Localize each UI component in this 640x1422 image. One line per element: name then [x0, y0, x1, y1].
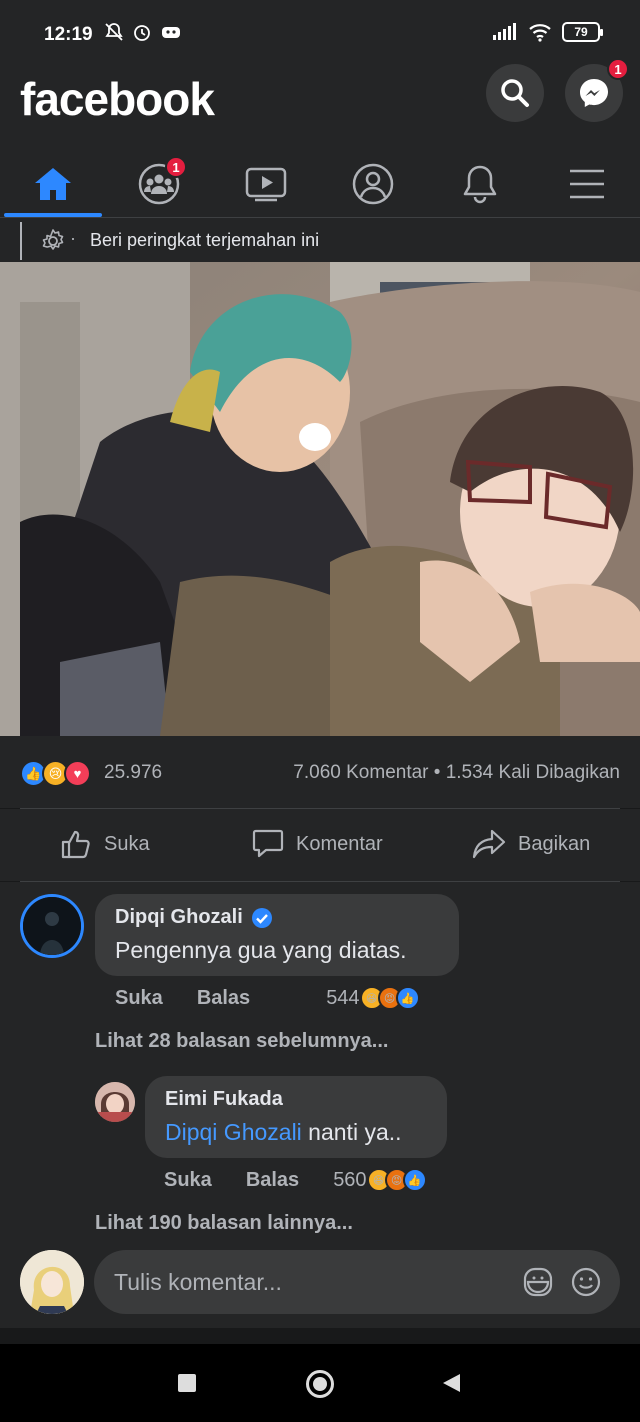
comments-section: Dipqi Ghozali Pengennya gua yang diatas.…	[0, 882, 640, 1242]
active-tab-indicator	[4, 213, 102, 217]
signal-icon	[493, 23, 516, 40]
post-photo[interactable]	[0, 262, 640, 736]
game-icon	[162, 27, 180, 38]
gear-icon	[42, 229, 64, 250]
reply-text: Dipqi Ghozali nanti ya..	[165, 1119, 427, 1146]
video-icon	[245, 167, 287, 202]
quote-edge	[20, 222, 22, 260]
facebook-logo[interactable]: facebook	[20, 72, 215, 126]
comment-button[interactable]: Komentar	[252, 829, 383, 859]
nav-bar: 1	[0, 152, 640, 218]
home-button-dot	[313, 1377, 327, 1391]
reply-message: nanti ya..	[301, 1119, 402, 1145]
current-user-avatar-image	[20, 1250, 84, 1314]
reply-meta: Suka Balas 560 😆 😡 👍	[164, 1168, 427, 1192]
post-stats: 👍 😢 ♥ 25.976 7.060 Komentar • 1.534 Kali…	[0, 736, 640, 808]
translation-rating-bar[interactable]: · Beri peringkat terjemahan ini	[0, 218, 640, 262]
comment-input-placeholder: Tulis komentar...	[114, 1269, 282, 1295]
comment-author-name: Dipqi Ghozali	[115, 906, 243, 928]
translation-rating-label: Beri peringkat terjemahan ini	[90, 230, 320, 250]
current-user-avatar[interactable]	[20, 1250, 84, 1314]
reply-reply-button[interactable]: Balas	[246, 1169, 299, 1192]
bell-icon	[463, 165, 497, 204]
comment-input[interactable]: Tulis komentar...	[94, 1250, 620, 1314]
comment-reply-button[interactable]: Balas	[197, 987, 250, 1010]
groups-badge: 1	[165, 156, 187, 178]
mute-bell-icon	[105, 23, 123, 41]
verified-badge-icon	[251, 907, 272, 928]
comment-meta: Suka Balas 544 😆 😡 👍	[115, 986, 420, 1010]
home-icon	[35, 168, 71, 200]
tab-watch[interactable]	[216, 152, 316, 216]
messenger-icon	[580, 79, 608, 107]
comment-text: Pengennya gua yang diatas.	[115, 937, 407, 963]
share-button[interactable]: Bagikan	[472, 829, 590, 859]
profile-icon	[352, 163, 394, 205]
status-notifications	[104, 22, 182, 42]
thumbs-up-icon	[61, 830, 90, 859]
post-actions: Suka Komentar Bagikan	[0, 809, 640, 881]
sticker-icon[interactable]	[522, 1266, 554, 1298]
comment-reaction-count[interactable]: 544	[326, 987, 359, 1010]
hamburger-menu-icon	[570, 169, 604, 199]
app-header: facebook 1	[0, 58, 640, 152]
recent-apps-button[interactable]	[178, 1374, 196, 1392]
post-photo-image	[0, 262, 640, 736]
tab-notifications[interactable]	[430, 152, 530, 216]
comments-shares-count[interactable]: 7.060 Komentar • 1.534 Kali Dibagikan	[293, 762, 620, 784]
tab-profile[interactable]	[323, 152, 423, 216]
alarm-icon	[134, 25, 150, 41]
previous-replies-link[interactable]: Lihat 28 balasan sebelumnya...	[95, 1030, 388, 1053]
avatar-image	[23, 897, 81, 955]
reply-bubble[interactable]: Eimi Fukada Dipqi Ghozali nanti ya..	[145, 1076, 447, 1158]
tab-groups[interactable]: 1	[109, 152, 209, 216]
status-system: 79	[492, 22, 603, 42]
messenger-badge: 1	[607, 58, 629, 80]
like-reaction-icon: 👍	[395, 986, 420, 1010]
share-label: Bagikan	[518, 832, 591, 855]
home-button[interactable]	[306, 1370, 334, 1398]
comment-like-button[interactable]: Suka	[115, 987, 163, 1010]
separator-dot: ·	[70, 228, 76, 248]
tab-menu[interactable]	[537, 152, 637, 216]
reply-avatar-image	[95, 1082, 135, 1122]
reply-like-button[interactable]: Suka	[164, 1169, 212, 1192]
comment-label: Komentar	[296, 832, 383, 855]
search-button[interactable]	[486, 64, 544, 122]
battery-indicator: 79	[562, 22, 603, 42]
wifi-icon	[529, 24, 551, 42]
reaction-count[interactable]: 25.976	[104, 762, 162, 784]
status-time: 12:19	[44, 24, 93, 45]
reply-author[interactable]: Eimi Fukada	[165, 1088, 427, 1111]
comment-reactions[interactable]: 😆 😡 👍	[359, 986, 420, 1010]
love-reaction-icon: ♥	[64, 760, 91, 787]
comment-icon	[252, 829, 284, 858]
like-button[interactable]: Suka	[60, 829, 150, 859]
android-navigation-bar	[0, 1344, 640, 1422]
like-label: Suka	[104, 832, 150, 855]
reply-reactions[interactable]: 😆 😡 👍	[366, 1168, 427, 1192]
reaction-summary[interactable]: 👍 😢 ♥	[20, 760, 100, 788]
share-icon	[472, 829, 506, 859]
comment-composer: Tulis komentar...	[0, 1242, 640, 1328]
comment-bubble[interactable]: Dipqi Ghozali Pengennya gua yang diatas.	[95, 894, 459, 976]
back-button[interactable]	[440, 1372, 462, 1394]
status-bar: 12:19 79	[0, 0, 640, 62]
emoji-icon[interactable]	[570, 1266, 602, 1298]
tab-home[interactable]	[3, 152, 103, 216]
search-icon	[501, 79, 529, 107]
messenger-button[interactable]: 1	[565, 58, 629, 122]
reply-avatar[interactable]	[95, 1082, 135, 1122]
reply-reaction-count[interactable]: 560	[333, 1169, 366, 1192]
like-reaction-icon: 👍	[402, 1168, 427, 1192]
more-replies-link[interactable]: Lihat 190 balasan lainnya...	[95, 1212, 353, 1235]
comment-author[interactable]: Dipqi Ghozali	[115, 906, 439, 929]
mention-link[interactable]: Dipqi Ghozali	[165, 1119, 302, 1145]
avatar[interactable]	[20, 894, 84, 958]
